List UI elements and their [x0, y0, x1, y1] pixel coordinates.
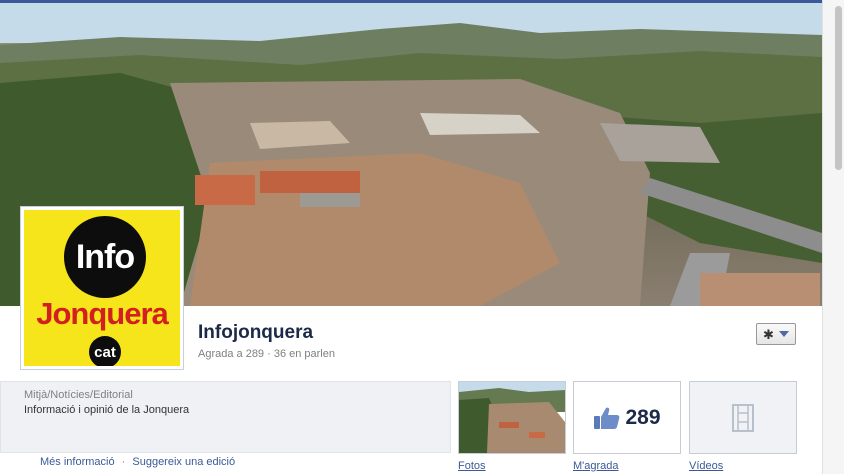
logo-info-text: Info — [64, 216, 146, 298]
videos-app-tile[interactable] — [689, 381, 797, 454]
page-category: Mitjà/Notícies/Editorial — [24, 389, 133, 401]
scrollbar-thumb[interactable] — [835, 6, 842, 170]
page-stats: Agrada a 289 · 36 en parlen — [198, 348, 335, 360]
profile-picture[interactable]: Info Jonquera cat — [20, 206, 184, 370]
photos-app-tile[interactable] — [458, 381, 566, 454]
more-info-link[interactable]: Més informació — [40, 456, 115, 468]
film-icon — [732, 403, 754, 432]
photos-thumbnail — [459, 382, 565, 453]
likes-app-tile[interactable]: 289 — [573, 381, 681, 454]
about-links: Més informació · Suggereix una edició — [40, 456, 235, 468]
page-title[interactable]: Infojonquera — [198, 322, 313, 344]
infojonquera-logo: Info Jonquera cat — [24, 210, 180, 366]
link-separator: · — [121, 456, 126, 468]
logo-cat-text: cat — [89, 336, 121, 366]
videos-app-label[interactable]: Vídeos — [689, 460, 723, 472]
logo-jonquera-text: Jonquera — [36, 296, 169, 331]
page-options-button[interactable]: ✱ — [756, 323, 796, 345]
thumbs-up-icon — [594, 407, 620, 429]
suggest-edit-link[interactable]: Suggereix una edició — [132, 456, 235, 468]
page-description: Informació i opinió de la Jonquera — [24, 404, 190, 416]
photos-app-label[interactable]: Fotos — [458, 460, 486, 472]
likes-app-label[interactable]: M'agrada — [573, 460, 619, 472]
vertical-scrollbar[interactable] — [822, 0, 844, 474]
gear-icon: ✱ — [763, 326, 774, 342]
chevron-down-icon — [778, 331, 789, 337]
likes-count: 289 — [625, 405, 661, 429]
